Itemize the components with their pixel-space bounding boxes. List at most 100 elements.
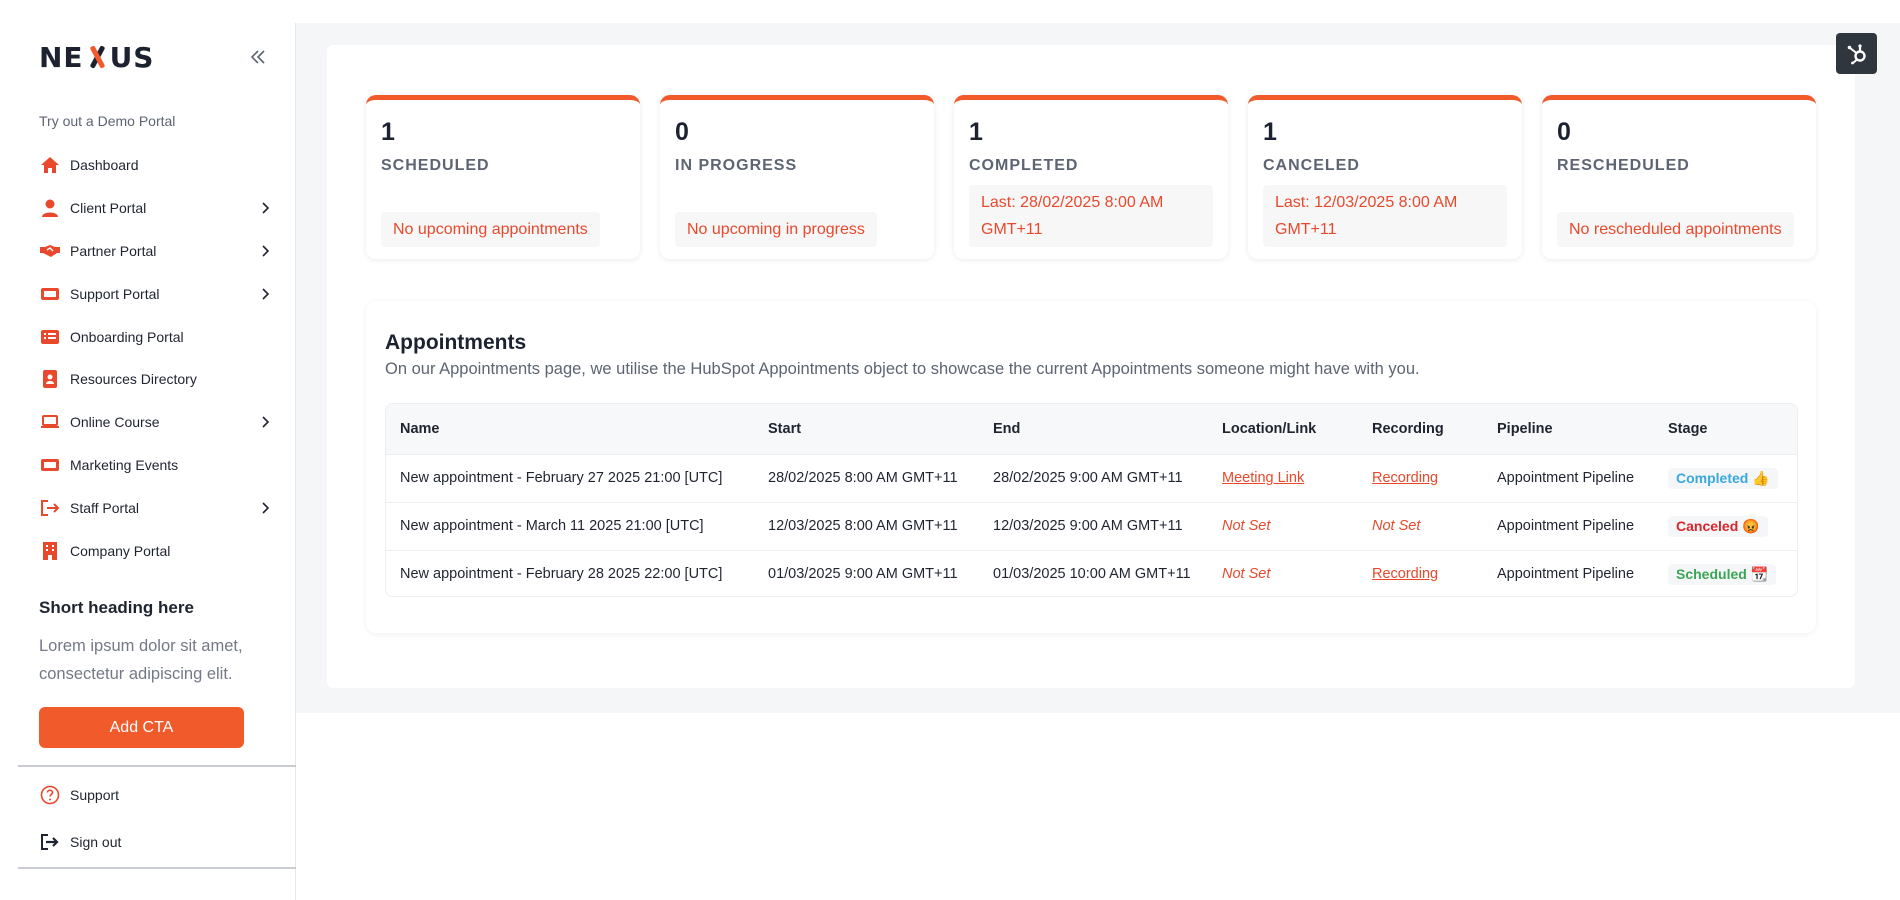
cell-end: 12/03/2025 9:00 AM GMT+11: [993, 518, 1183, 534]
sidebar-item-label: Resources Directory: [70, 371, 197, 388]
sign-out-icon: [39, 831, 61, 853]
cell-start: 28/02/2025 8:00 AM GMT+11: [768, 470, 958, 486]
sidebar-item-onboarding-portal[interactable]: Onboarding Portal: [39, 315, 274, 358]
logo-text-left: NE: [39, 40, 84, 74]
list-icon: [39, 326, 61, 348]
cell-end: 28/02/2025 9:00 AM GMT+11: [993, 470, 1183, 486]
brand-logo[interactable]: NE US: [39, 41, 154, 74]
recording-link[interactable]: Recording: [1372, 470, 1438, 486]
cell-location: Not Set: [1208, 550, 1358, 596]
stat-note: Last: 28/02/2025 8:00 AM GMT+11: [969, 185, 1213, 247]
stage-badge: Scheduled 📆: [1668, 563, 1777, 585]
sidebar-divider: [18, 765, 296, 767]
demo-portal-label: Try out a Demo Portal: [39, 113, 176, 129]
sign-out-link[interactable]: Sign out: [39, 831, 121, 853]
stat-note: Last: 12/03/2025 8:00 AM GMT+11: [1263, 185, 1507, 247]
stat-count: 0: [675, 118, 689, 146]
sidebar-item-label: Onboarding Portal: [70, 328, 184, 345]
sidebar-divider: [18, 867, 296, 869]
hubspot-button[interactable]: [1836, 33, 1877, 74]
table-row[interactable]: New appointment - February 28 2025 22:00…: [386, 550, 1797, 596]
sidebar-item-staff-portal[interactable]: Staff Portal: [39, 486, 274, 529]
stat-note: No upcoming in progress: [675, 212, 877, 247]
stat-card-canceled: 1 CANCELED Last: 12/03/2025 8:00 AM GMT+…: [1248, 95, 1522, 259]
stat-count: 1: [1263, 118, 1277, 146]
sidebar-item-label: Marketing Events: [70, 456, 179, 473]
chevron-right-icon: [258, 243, 274, 259]
sidebar-item-client-portal[interactable]: Client Portal: [39, 187, 274, 230]
sidebar-item-label: Company Portal: [70, 542, 171, 559]
sidebar-item-partner-portal[interactable]: Partner Portal: [39, 230, 274, 273]
sidebar-item-label: Dashboard: [70, 157, 139, 174]
column-header[interactable]: Pipeline: [1483, 404, 1654, 454]
sidebar-item-support-portal[interactable]: Support Portal: [39, 272, 274, 315]
sidebar-item-dashboard[interactable]: Dashboard: [39, 144, 274, 187]
column-header[interactable]: End: [979, 404, 1208, 454]
chevron-right-icon: [258, 414, 274, 430]
column-header[interactable]: Location/Link: [1208, 404, 1358, 454]
sidebar-item-online-course[interactable]: Online Course: [39, 401, 274, 444]
table-row[interactable]: New appointment - February 27 2025 21:00…: [386, 454, 1797, 502]
sidebar: NE US Try out a Demo Portal Dashboard Cli…: [18, 23, 296, 900]
sidebar-item-label: Online Course: [70, 414, 160, 431]
stat-title: COMPLETED: [969, 157, 1079, 174]
handshake-icon: [39, 240, 61, 262]
ticket-icon: [39, 283, 61, 305]
ticket-icon: [39, 454, 61, 476]
stat-card-rescheduled: 0 RESCHEDULED No rescheduled appointment…: [1542, 95, 1816, 259]
sidebar-item-marketing-events[interactable]: Marketing Events: [39, 444, 274, 487]
sidebar-nav: Dashboard Client Portal Partner Portal S…: [39, 144, 274, 572]
stage-badge: Completed 👍: [1668, 467, 1778, 489]
meeting-link[interactable]: Meeting Link: [1222, 470, 1304, 486]
table-row[interactable]: New appointment - March 11 2025 21:00 [U…: [386, 502, 1797, 550]
recording-link[interactable]: Recording: [1372, 566, 1438, 582]
column-header[interactable]: Stage: [1654, 404, 1797, 454]
cell-recording: Recording: [1358, 454, 1483, 502]
collapse-sidebar-button[interactable]: [245, 44, 271, 70]
add-cta-button[interactable]: Add CTA: [39, 707, 244, 748]
cell-recording: Not Set: [1358, 502, 1483, 550]
stat-note: No rescheduled appointments: [1557, 212, 1794, 247]
support-link[interactable]: Support: [39, 784, 119, 806]
cell-name: New appointment - February 27 2025 21:00…: [400, 470, 723, 486]
stat-card-scheduled: 1 SCHEDULED No upcoming appointments: [366, 95, 640, 259]
logo-x-mark: [85, 43, 109, 71]
chevron-right-icon: [258, 200, 274, 216]
logo-text-right: US: [109, 40, 155, 74]
double-chevron-left-icon: [250, 50, 265, 64]
cell-start: 01/03/2025 9:00 AM GMT+11: [768, 566, 958, 583]
sign-out-label: Sign out: [70, 834, 122, 850]
appointments-card: Appointments On our Appointments page, w…: [366, 301, 1816, 633]
cell-pipeline: Appointment Pipeline: [1497, 470, 1635, 486]
appointments-description: On our Appointments page, we utilise the…: [385, 360, 1420, 378]
sidebar-item-label: Partner Portal: [70, 242, 157, 259]
cell-name: New appointment - March 11 2025 21:00 [U…: [400, 518, 704, 534]
not-set-text: Not Set: [1222, 518, 1271, 534]
column-header[interactable]: Name: [386, 404, 754, 454]
table-header-row: Name Start End Location/Link Recording P…: [386, 404, 1797, 454]
chevron-right-icon: [258, 500, 274, 516]
sidebar-item-resources-directory[interactable]: Resources Directory: [39, 358, 274, 401]
cell-pipeline: Appointment Pipeline: [1497, 566, 1635, 583]
stat-count: 1: [969, 118, 983, 146]
column-header[interactable]: Start: [754, 404, 979, 454]
app-root: NE US Try out a Demo Portal Dashboard Cli…: [0, 0, 1900, 900]
user-icon: [39, 197, 61, 219]
column-header[interactable]: Recording: [1358, 404, 1483, 454]
stat-note-line: GMT+11: [981, 221, 1043, 238]
stat-title: CANCELED: [1263, 157, 1360, 174]
stat-count: 1: [381, 118, 395, 146]
help-circle-icon: [39, 784, 61, 806]
sidebar-item-label: Client Portal: [70, 200, 147, 217]
not-set-text: Not Set: [1222, 566, 1271, 583]
stat-title: RESCHEDULED: [1557, 157, 1690, 174]
stat-count: 0: [1557, 118, 1571, 146]
sidebar-item-label: Support Portal: [70, 285, 160, 302]
appointments-title: Appointments: [385, 331, 527, 354]
cell-name: New appointment - February 28 2025 22:00…: [400, 566, 723, 583]
stat-card-in-progress: 0 IN PROGRESS No upcoming in progress: [660, 95, 934, 259]
sign-in-icon: [39, 497, 61, 519]
logo-row: NE US: [39, 35, 271, 79]
promo-heading: Short heading here: [39, 598, 194, 617]
sidebar-item-company-portal[interactable]: Company Portal: [39, 529, 274, 572]
